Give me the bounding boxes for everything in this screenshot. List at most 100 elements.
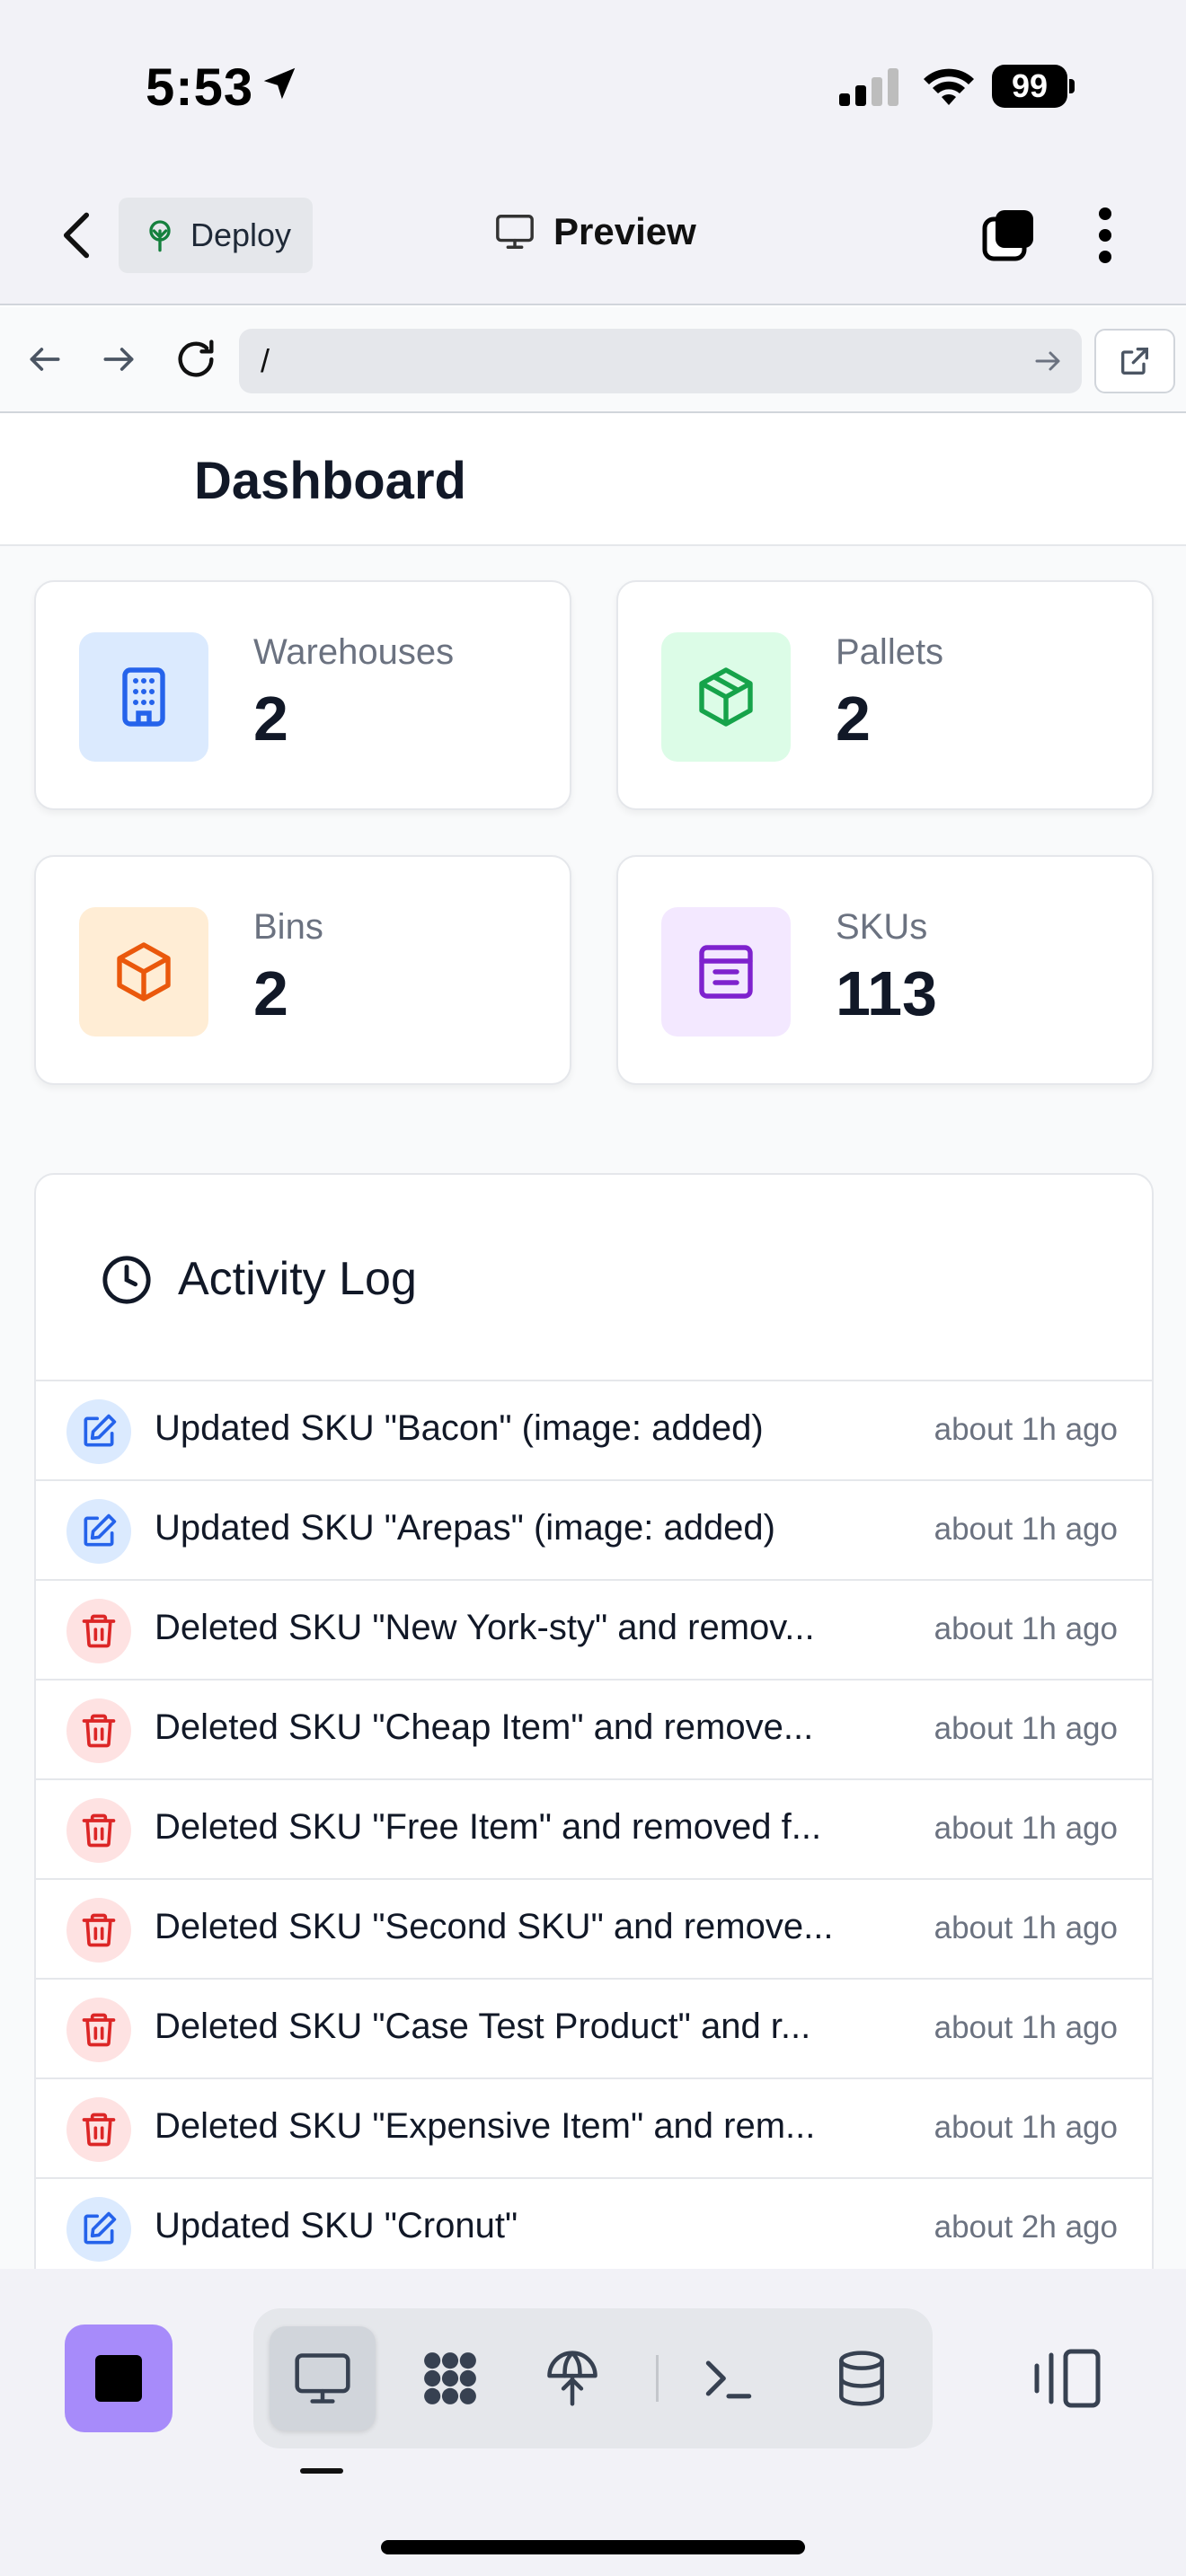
stat-label: Bins <box>253 907 323 947</box>
activity-time: about 1h ago <box>934 1711 1118 1746</box>
stat-label: Warehouses <box>253 632 455 672</box>
row-icon-badge <box>66 1499 131 1564</box>
activity-time: about 1h ago <box>934 1611 1118 1646</box>
activity-log-row[interactable]: Deleted SKU "Cheap Item" and remove... a… <box>36 1681 1152 1780</box>
battery-indicator: 99 <box>992 65 1075 108</box>
clock-icon <box>102 1256 151 1304</box>
row-icon-badge <box>66 2097 131 2162</box>
dashboard-header: Dashboard <box>0 415 1186 546</box>
archive-icon <box>699 945 753 999</box>
active-tab-indicator <box>300 2468 343 2474</box>
reload-icon[interactable] <box>173 336 219 383</box>
stat-value: 2 <box>253 958 288 1028</box>
deploy-icon <box>149 220 171 252</box>
activity-text: Deleted SKU "Expensive Item" and rem... <box>155 2106 816 2146</box>
activity-text: Updated SKU "Bacon" (image: added) <box>155 1408 764 1448</box>
monitor-icon <box>496 215 534 249</box>
activity-log-row[interactable]: Updated SKU "Cronut" about 2h ago <box>36 2179 1152 2269</box>
activity-log-card: Activity Log Updated SKU "Bacon" (image:… <box>34 1173 1154 2269</box>
trash-icon <box>82 1614 116 1648</box>
edit-icon <box>84 2211 117 2245</box>
location-arrow-icon <box>263 67 296 100</box>
stat-card-skus[interactable]: SKUs 113 <box>616 855 1154 1085</box>
activity-text: Deleted SKU "New York-sty" and remov... <box>155 1608 815 1647</box>
url-bar <box>0 307 1186 413</box>
arrow-left-icon[interactable] <box>25 340 65 379</box>
trash-icon <box>82 1714 116 1748</box>
trash-icon <box>82 1913 116 1947</box>
activity-time: about 1h ago <box>934 1811 1118 1846</box>
stat-label: Pallets <box>836 632 944 672</box>
activity-text: Updated SKU "Cronut" <box>155 2206 518 2245</box>
monitor-icon <box>295 2353 350 2404</box>
activity-time: about 1h ago <box>934 2010 1118 2045</box>
tool-workspace[interactable] <box>397 2326 503 2430</box>
tabs-icon[interactable] <box>981 208 1035 262</box>
app-header: Deploy Preview <box>0 171 1186 305</box>
tool-separator <box>656 2355 659 2402</box>
activity-text: Deleted SKU "Cheap Item" and remove... <box>155 1707 814 1747</box>
activity-time: about 1h ago <box>934 1512 1118 1547</box>
open-external-button[interactable] <box>1094 329 1175 393</box>
stat-value: 2 <box>253 684 288 754</box>
tool-console[interactable] <box>676 2326 782 2430</box>
status-time: 5:53 <box>146 58 254 117</box>
battery-tip <box>1069 79 1075 93</box>
tool-preview[interactable] <box>270 2326 376 2430</box>
row-icon-badge <box>66 1399 131 1464</box>
go-arrow-icon[interactable] <box>1031 345 1064 377</box>
activity-log-row[interactable]: Updated SKU "Arepas" (image: added) abou… <box>36 1481 1152 1581</box>
activity-time: about 1h ago <box>934 1910 1118 1945</box>
tool-group <box>253 2308 933 2448</box>
package-icon <box>699 667 753 727</box>
activity-text: Deleted SKU "Second SKU" and remove... <box>155 1907 834 1946</box>
activity-log-row[interactable]: Updated SKU "Bacon" (image: added) about… <box>36 1381 1152 1481</box>
activity-log-row[interactable]: Deleted SKU "Case Test Product" and r...… <box>36 1980 1152 2079</box>
split-panel-icon[interactable] <box>1033 2348 1102 2409</box>
activity-text: Deleted SKU "Case Test Product" and r... <box>155 2007 811 2046</box>
stat-card-warehouses[interactable]: Warehouses 2 <box>34 580 571 810</box>
page-title: Dashboard <box>194 452 466 510</box>
edit-icon <box>84 1513 117 1547</box>
cellular-signal-icon <box>839 68 898 106</box>
database-icon <box>839 2351 884 2406</box>
stat-card-pallets[interactable]: Pallets 2 <box>616 580 1154 810</box>
activity-log-row[interactable]: Deleted SKU "Free Item" and removed f...… <box>36 1780 1152 1880</box>
row-icon-badge <box>66 1798 131 1863</box>
box-icon <box>117 942 171 1001</box>
activity-log-row[interactable]: Deleted SKU "Second SKU" and remove... a… <box>36 1880 1152 1980</box>
row-icon-badge <box>66 2197 131 2262</box>
trash-icon <box>82 1813 116 1848</box>
deploy-button[interactable]: Deploy <box>119 198 313 273</box>
stat-value: 2 <box>836 684 871 754</box>
status-bar: 5:53 99 <box>0 0 1186 171</box>
stat-icon-box <box>79 632 208 762</box>
tool-database[interactable] <box>809 2326 915 2430</box>
wifi-icon <box>924 68 974 105</box>
stop-icon <box>95 2355 142 2402</box>
stop-button[interactable] <box>65 2325 173 2432</box>
stat-label: SKUs <box>836 907 928 947</box>
row-icon-badge <box>66 1698 131 1763</box>
activity-time: about 1h ago <box>934 1412 1118 1447</box>
activity-text: Updated SKU "Arepas" (image: added) <box>155 1508 775 1548</box>
grid-blob-icon <box>424 2352 476 2404</box>
home-indicator <box>381 2540 805 2554</box>
tool-deploy[interactable] <box>519 2326 625 2430</box>
row-icon-badge <box>66 1998 131 2062</box>
external-link-icon <box>1121 348 1148 375</box>
stat-icon-box <box>661 632 791 762</box>
url-input[interactable] <box>239 329 1082 393</box>
more-options-icon[interactable] <box>1091 207 1120 264</box>
activity-log-header: Activity Log <box>36 1175 1152 1381</box>
trash-icon <box>82 2013 116 2047</box>
back-chevron-icon[interactable] <box>56 208 97 262</box>
battery-level: 99 <box>992 65 1067 108</box>
activity-log-row[interactable]: Deleted SKU "New York-sty" and remov... … <box>36 1581 1152 1681</box>
edit-icon <box>84 1414 117 1447</box>
arrow-right-icon[interactable] <box>99 340 138 379</box>
stat-icon-box <box>661 907 791 1037</box>
activity-log-row[interactable]: Deleted SKU "Expensive Item" and rem... … <box>36 2079 1152 2179</box>
stat-card-bins[interactable]: Bins 2 <box>34 855 571 1085</box>
building-icon <box>122 667 165 727</box>
